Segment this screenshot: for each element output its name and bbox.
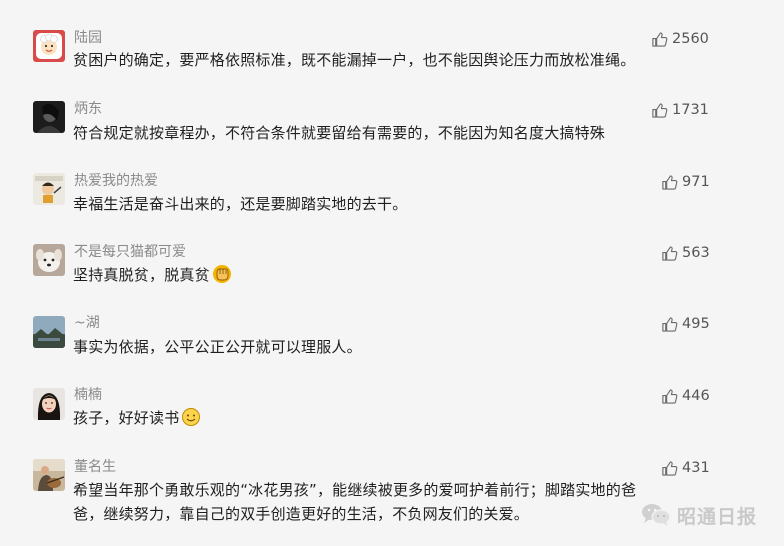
comment-username[interactable]: 不是每只猫都可爱 (74, 243, 186, 261)
like-button[interactable]: 563 (661, 244, 710, 262)
like-button[interactable]: 971 (661, 173, 710, 191)
landscape-avatar-icon[interactable] (33, 316, 65, 348)
comment-text: 希望当年那个勇敢乐观的“冰花男孩”，能继续被更多的爱呵护着前行；脚踏实地的爸 (73, 481, 637, 499)
like-button[interactable]: 431 (661, 459, 710, 477)
comment-text-content: 孩子，好好读书 (73, 409, 180, 427)
like-count: 446 (682, 388, 710, 404)
cartoon-avatar-icon[interactable] (33, 173, 65, 205)
comment-text: 符合规定就按章程办，不符合条件就要留给有需要的，不能因为知名度大搞特殊 (73, 124, 606, 142)
comment-username[interactable]: 炳东 (74, 100, 102, 118)
comment-text: 爸，继续努力，靠自己的双手创造更好的生活，不负网友们的关爱。 (73, 505, 530, 523)
fist-emoji-icon (212, 264, 232, 291)
dog-avatar-icon[interactable] (33, 244, 65, 276)
thumbs-up-icon (662, 460, 678, 476)
like-button[interactable]: 446 (661, 387, 710, 405)
thumbs-up-icon (662, 245, 678, 261)
comment-username[interactable]: 楠楠 (74, 386, 102, 404)
comment-username[interactable]: ~湖 (74, 314, 100, 332)
like-count: 1731 (672, 102, 709, 118)
comment-text: 事实为依据，公平公正公开就可以理服人。 (73, 338, 362, 356)
dark-portrait-avatar-icon[interactable] (33, 101, 65, 133)
smile-emoji-icon (181, 407, 201, 434)
like-button[interactable]: 1731 (651, 101, 709, 119)
like-count: 971 (682, 174, 710, 190)
comment-text-content: 坚持真脱贫，脱真贫 (73, 266, 210, 284)
wechat-icon (642, 504, 671, 526)
thumbs-up-icon (662, 316, 678, 332)
girl-avatar-icon[interactable] (33, 388, 65, 420)
like-button[interactable]: 495 (661, 315, 710, 333)
watermark: 昭通日报 (641, 500, 757, 530)
watermark-text: 昭通日报 (677, 505, 758, 528)
comment-text: 幸福生活是奋斗出来的，还是要脚踏实地的去干。 (73, 195, 408, 213)
comment-text: 坚持真脱贫，脱真贫 (73, 263, 713, 291)
comment-text: 孩子，好好读书 (73, 406, 713, 434)
comment-item: 董名生 431 希望当年那个勇敢乐观的“冰花男孩”，能继续被更多的爱呵护着前行；… (0, 0, 784, 523)
thumbs-up-icon (652, 102, 668, 118)
like-count: 495 (682, 316, 710, 332)
guitar-avatar-icon[interactable] (33, 459, 65, 491)
comment-username[interactable]: 热爱我的热爱 (74, 172, 158, 190)
like-count: 563 (682, 245, 710, 261)
like-count: 431 (682, 460, 710, 476)
thumbs-up-icon (662, 174, 678, 190)
thumbs-up-icon (662, 388, 678, 404)
comment-username[interactable]: 董名生 (74, 458, 116, 476)
